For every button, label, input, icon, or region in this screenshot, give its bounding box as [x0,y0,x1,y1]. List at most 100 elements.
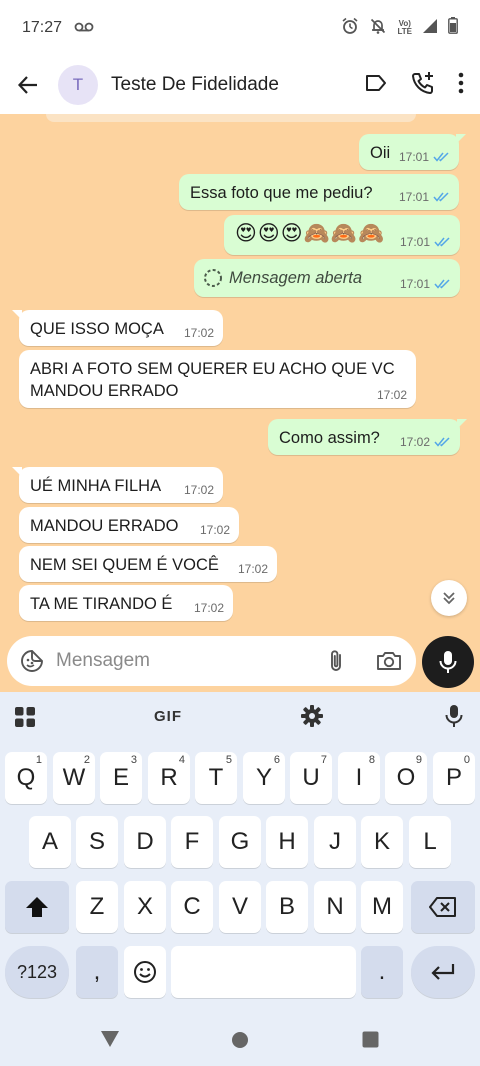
double-check-read-icon [433,192,449,202]
key-y[interactable]: Y6 [243,752,285,804]
key-t[interactable]: T5 [195,752,237,804]
voice-message-button[interactable] [422,636,474,688]
backspace-icon [429,897,456,917]
message-time: 17:01 [399,235,430,249]
double-check-read-icon [434,237,450,247]
nav-home-button[interactable] [231,1031,249,1054]
key-g[interactable]: G [219,816,261,868]
enter-key[interactable] [411,946,475,998]
key-p[interactable]: P0 [433,752,475,804]
message-time: 17:02 [399,435,430,449]
message-time: 17:02 [193,601,224,615]
message-text: NEM SEI QUEM É VOCÊ [30,556,219,574]
key-n[interactable]: N [314,881,356,933]
chat-header: T Teste De Fidelidade [0,56,480,114]
message-incoming[interactable]: NEM SEI QUEM É VOCÊ 17:02 [19,546,277,582]
message-outgoing[interactable]: Essa foto que me pediu? 17:01 [179,174,459,210]
key-q[interactable]: Q1 [5,752,47,804]
key-o[interactable]: O9 [385,752,427,804]
grid-icon [15,707,35,727]
nav-back-button[interactable] [100,1030,120,1053]
message-incoming[interactable]: MANDOU ERRADO 17:02 [19,507,239,543]
message-text: Essa foto que me pediu? [190,184,373,202]
message-incoming[interactable]: TA ME TIRANDO É 17:02 [19,585,233,621]
key-s[interactable]: S [76,816,118,868]
message-time: 17:02 [199,523,230,537]
key-z[interactable]: Z [76,881,118,933]
key-r[interactable]: R4 [148,752,190,804]
key-a[interactable]: A [29,816,71,868]
comma-key[interactable]: , [76,946,118,998]
mic-icon [439,651,457,673]
notifications-off-icon [369,17,387,40]
battery-icon [448,17,458,39]
key-b[interactable]: B [266,881,308,933]
period-key[interactable]: . [361,946,403,998]
message-time: 17:02 [183,326,214,340]
more-options-button[interactable] [458,72,464,99]
message-outgoing-view-once[interactable]: Mensagem aberta 17:01 [194,259,460,297]
key-f[interactable]: F [171,816,213,868]
voice-typing-button[interactable] [445,704,463,733]
message-outgoing[interactable]: 😍😍😍🙈🙈🙈 17:01 [224,215,460,255]
message-incoming[interactable]: ABRI A FOTO SEM QUERER EU ACHO QUE VC MA… [19,350,416,408]
add-call-button[interactable] [410,70,436,101]
key-u[interactable]: U7 [290,752,332,804]
avatar[interactable]: T [58,65,98,105]
key-w[interactable]: W2 [53,752,95,804]
shift-key[interactable] [5,881,69,933]
double-check-read-icon [434,279,450,289]
emoji-key[interactable] [124,946,166,998]
key-v[interactable]: V [219,881,261,933]
space-key[interactable] [171,946,356,998]
back-button[interactable] [2,59,54,111]
message-text: Mensagem aberta [229,269,362,287]
sticker-icon [21,650,43,672]
camera-button[interactable] [376,650,402,672]
message-incoming[interactable]: QUE ISSO MOÇA 17:02 [12,310,223,346]
sticker-button[interactable] [20,649,44,673]
attach-button[interactable] [326,648,346,674]
view-once-opened-icon [203,268,223,293]
message-time: 17:02 [376,388,407,402]
double-check-read-icon [434,437,450,447]
mic-icon [445,705,463,727]
message-text: Oii [370,144,391,162]
key-m[interactable]: M [361,881,403,933]
label-button[interactable] [364,73,388,98]
chat-area[interactable]: Oii 17:01 Essa foto que me pediu? 17:01 … [0,114,480,692]
shift-icon [26,897,48,917]
status-time: 17:27 [22,19,63,36]
message-time: 17:01 [398,190,429,204]
nav-recents-button[interactable] [362,1031,379,1053]
message-incoming[interactable]: UÉ MINHA FILHA 17:02 [12,467,223,503]
message-placeholder: Mensagem [56,650,150,671]
camera-icon [377,652,401,670]
key-k[interactable]: K [361,816,403,868]
key-x[interactable]: X [124,881,166,933]
message-time: 17:01 [399,277,430,291]
emoji-icon [134,961,156,983]
keyboard-settings-button[interactable] [300,704,324,733]
apps-grid-button[interactable] [14,706,36,733]
key-h[interactable]: H [266,816,308,868]
backspace-key[interactable] [411,881,475,933]
message-outgoing[interactable]: Oii 17:01 [359,134,466,170]
signal-icon [422,18,438,39]
gif-button[interactable]: GIF [154,708,182,725]
scroll-to-bottom-button[interactable] [431,580,467,616]
symbols-key[interactable]: ?123 [5,946,69,998]
message-time: 17:01 [398,150,429,164]
key-d[interactable]: D [124,816,166,868]
contact-name[interactable]: Teste De Fidelidade [111,74,279,96]
key-c[interactable]: C [171,881,213,933]
message-outgoing[interactable]: Como assim? 17:02 [268,419,467,455]
message-input[interactable]: Mensagem [7,636,416,686]
message-text: 😍😍😍🙈🙈🙈 [235,222,386,245]
key-l[interactable]: L [409,816,451,868]
key-e[interactable]: E3 [100,752,142,804]
key-i[interactable]: I8 [338,752,380,804]
voicemail-icon [74,19,94,37]
status-bar: 17:27 Vo) LTE [0,0,480,56]
key-j[interactable]: J [314,816,356,868]
